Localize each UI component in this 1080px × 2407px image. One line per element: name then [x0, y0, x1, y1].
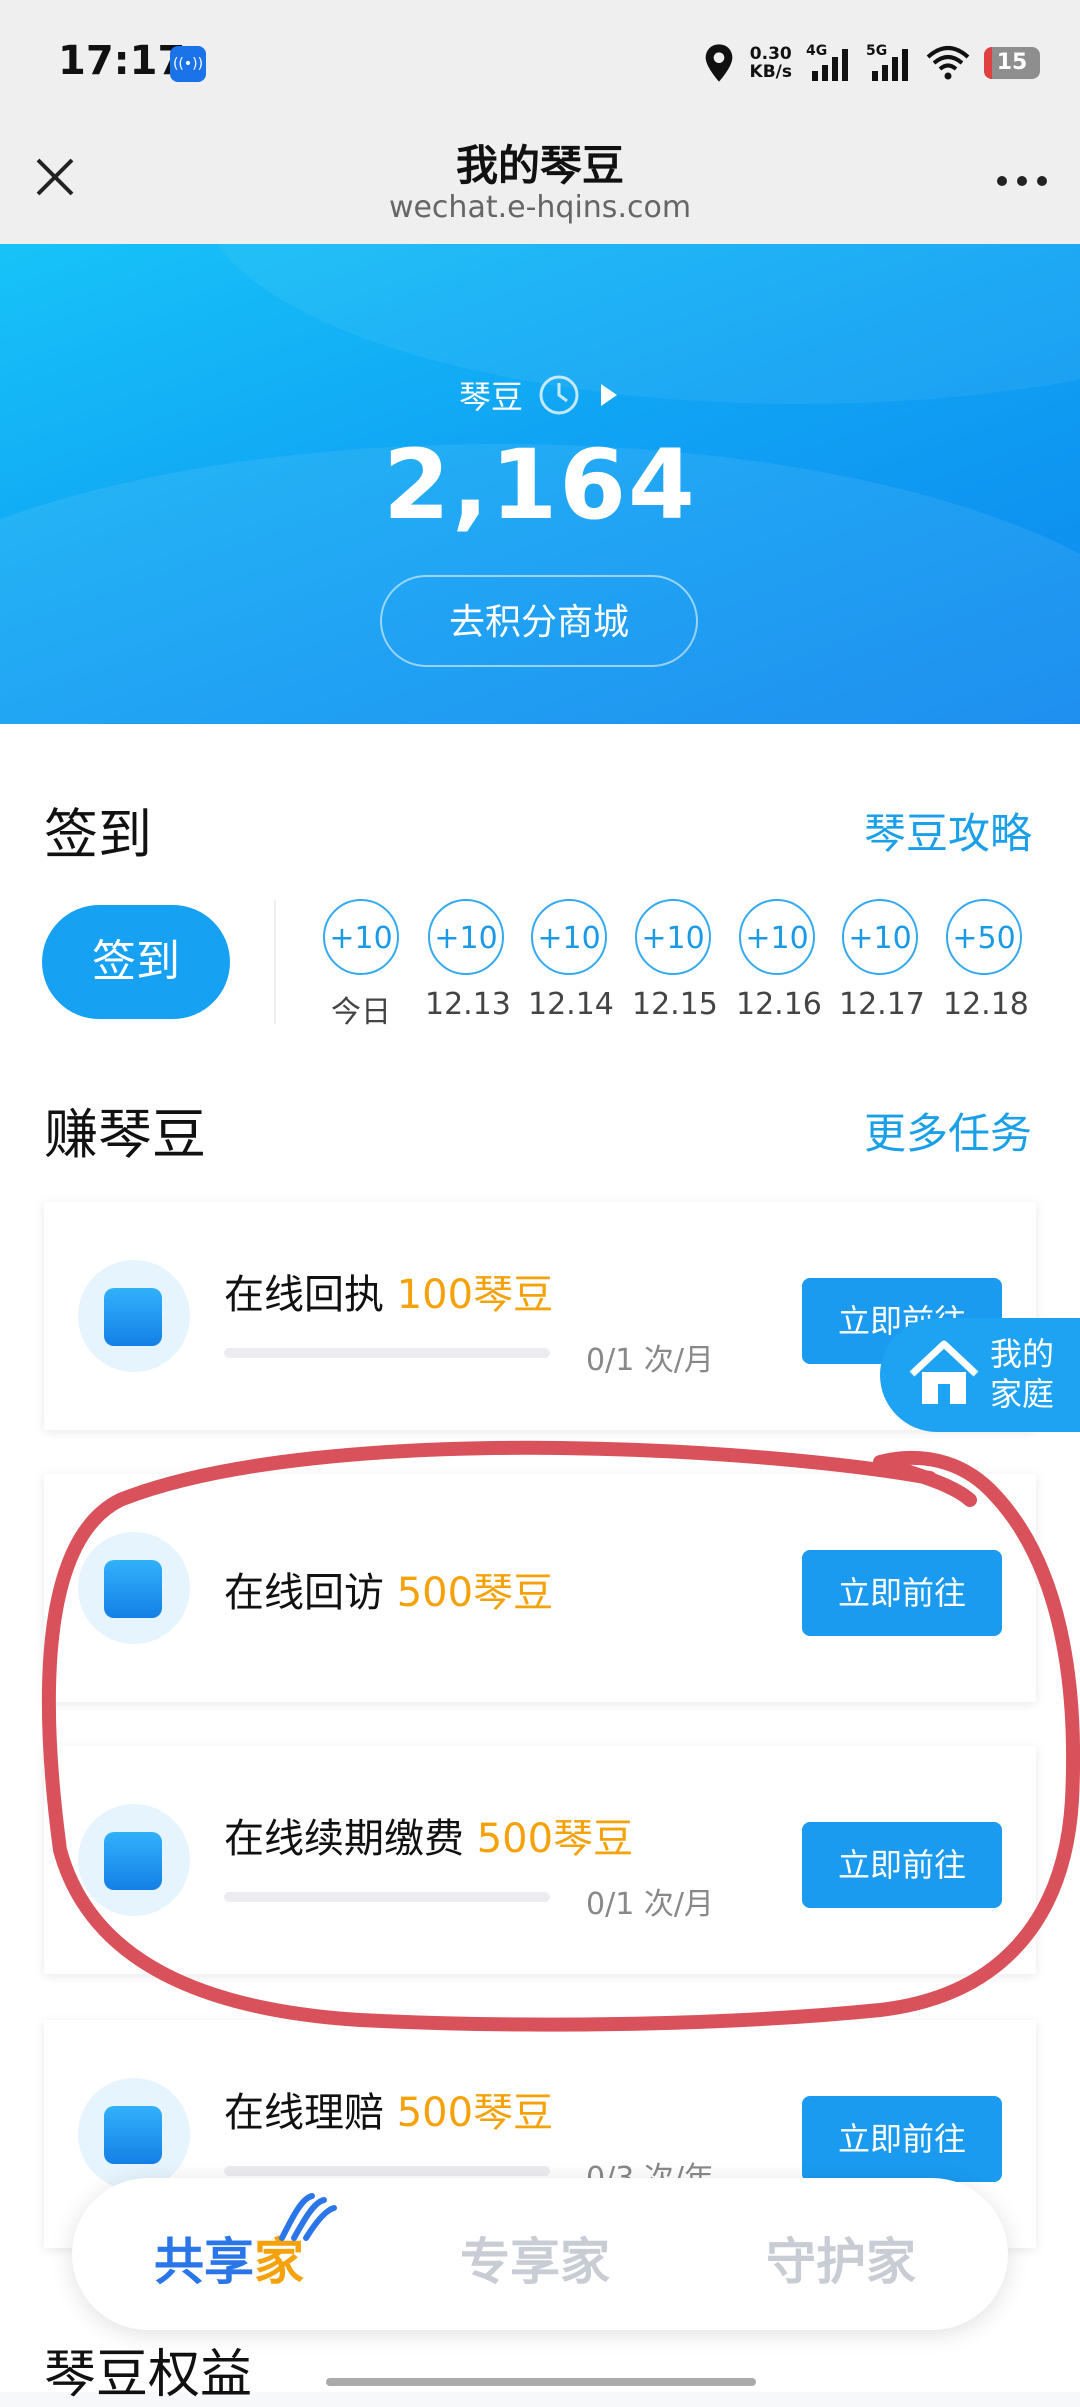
task-name: 在线续期缴费 — [224, 1816, 464, 1862]
renewal-payment-icon — [78, 1804, 190, 1916]
checkin-day: +10 12.17 — [839, 899, 925, 1022]
day-points: +10 — [739, 899, 815, 975]
day-points: +10 — [531, 899, 607, 975]
task-reward: 100琴豆 — [396, 1272, 554, 1318]
task-progress — [224, 1892, 550, 1902]
day-date: 今日 — [331, 995, 391, 1030]
task-reward: 500琴豆 — [476, 1816, 634, 1862]
task-count: 0/1 次/月 — [586, 1887, 714, 1922]
points-hero: 琴豆 2,164 去积分商城 — [0, 244, 1080, 724]
checkin-day: +10 12.14 — [528, 899, 614, 1022]
house-icon — [909, 1340, 979, 1404]
tab-shared-label-a: 共享 — [154, 2233, 254, 2291]
my-family-float-button[interactable]: 我的 家庭 — [880, 1318, 1080, 1432]
earn-title: 赚琴豆 — [44, 1103, 206, 1166]
my-family-label: 我的 家庭 — [990, 1334, 1054, 1414]
points-value: 2,164 — [383, 429, 697, 541]
day-date: 12.17 — [839, 987, 925, 1022]
status-bar: 17:17 ((•)) 0.30 KB/s 4G 5G 15 — [0, 0, 1080, 130]
day-date: 12.15 — [632, 987, 718, 1022]
day-points: +50 — [946, 899, 1022, 975]
points-label-row[interactable]: 琴豆 — [0, 372, 1080, 418]
home-indicator[interactable] — [326, 2378, 756, 2386]
claim-money-bag-icon — [78, 2078, 190, 2190]
go-button[interactable]: 立即前往 — [802, 1550, 1002, 1636]
task-title: 在线回访 500琴豆 — [224, 1560, 553, 1618]
status-icons: 0.30 KB/s 4G 5G 15 — [702, 38, 1040, 88]
day-points: +10 — [842, 899, 918, 975]
task-reward: 500琴豆 — [396, 2090, 554, 2136]
checkin-day: +10 12.16 — [736, 899, 822, 1022]
checkin-title: 签到 — [44, 803, 152, 866]
play-arrow-icon — [601, 384, 617, 406]
day-date: 12.14 — [528, 987, 614, 1022]
wifi-icon — [926, 46, 970, 80]
task-reward: 500琴豆 — [396, 1570, 554, 1616]
more-tasks-link[interactable]: 更多任务 — [864, 1100, 1032, 1161]
points-label: 琴豆 — [458, 378, 523, 416]
my-family-line2: 家庭 — [990, 1375, 1055, 1413]
checkin-button[interactable]: 签到 — [42, 905, 230, 1019]
day-points: +10 — [323, 899, 399, 975]
bottom-tab-bar: 共享家 专享家 守护家 — [72, 2178, 1008, 2330]
main-content: 签到 琴豆攻略 签到 +10 今日 +10 12.13 +10 12.14 +1… — [0, 724, 1080, 2392]
task-title: 在线续期缴费 500琴豆 — [224, 1806, 633, 1864]
net-speed-unit: KB/s — [749, 62, 792, 82]
task-card: 在线回访 500琴豆 立即前往 — [44, 1474, 1036, 1702]
hand-wave-icon — [279, 2193, 337, 2241]
checkin-day: +10 今日 — [320, 899, 402, 1031]
day-points: +10 — [635, 899, 711, 975]
status-time: 17:17 — [58, 38, 186, 84]
battery-icon: 15 — [984, 47, 1040, 79]
day-points: +10 — [428, 899, 504, 975]
strategy-link[interactable]: 琴豆攻略 — [864, 800, 1032, 861]
checkin-day: +10 12.15 — [632, 899, 718, 1022]
page-title: 我的琴豆 — [455, 141, 624, 190]
my-family-line1: 我的 — [990, 1335, 1055, 1373]
task-count: 0/1 次/月 — [586, 1343, 714, 1378]
points-mall-button[interactable]: 去积分商城 — [380, 575, 698, 667]
task-progress — [224, 1348, 550, 1358]
checkin-day: +10 12.13 — [425, 899, 511, 1022]
net-speed-value: 0.30 — [749, 44, 792, 64]
task-title: 在线回执 100琴豆 — [224, 1262, 553, 1320]
task-title: 在线理赔 500琴豆 — [224, 2080, 553, 2138]
tab-exclusive-home[interactable]: 专享家 — [460, 2222, 610, 2294]
location-icon — [705, 44, 732, 82]
day-date: 12.18 — [943, 987, 1029, 1022]
history-clock-icon — [539, 375, 579, 415]
day-date: 12.16 — [736, 987, 822, 1022]
page-url: wechat.e-hqins.com — [388, 190, 692, 225]
task-name: 在线理赔 — [224, 2090, 384, 2136]
tab-guardian-home[interactable]: 守护家 — [766, 2222, 916, 2294]
task-name: 在线回访 — [224, 1570, 384, 1616]
checkin-divider — [274, 900, 276, 1024]
app-badge-icon: ((•)) — [170, 46, 206, 82]
rights-title: 琴豆权益 — [44, 2345, 253, 2405]
task-progress — [224, 2166, 550, 2176]
checkin-day: +50 12.18 — [943, 899, 1029, 1022]
task-card: 在线续期缴费 500琴豆 0/1 次/月 立即前往 — [44, 1746, 1036, 1974]
receipt-icon — [78, 1260, 190, 1372]
task-name: 在线回执 — [224, 1272, 384, 1318]
more-options-icon[interactable] — [992, 166, 1052, 196]
go-button[interactable]: 立即前往 — [802, 2096, 1002, 2182]
signal-icon: 4G — [806, 43, 852, 83]
day-date: 12.13 — [425, 987, 511, 1022]
signal-icon-2: 5G — [866, 43, 912, 83]
battery-level: 15 — [996, 50, 1028, 75]
title-bar: 我的琴豆 wechat.e-hqins.com — [0, 130, 1080, 244]
go-button[interactable]: 立即前往 — [802, 1822, 1002, 1908]
net-speed: 0.30 KB/s — [750, 45, 792, 81]
revisit-icon — [78, 1532, 190, 1644]
